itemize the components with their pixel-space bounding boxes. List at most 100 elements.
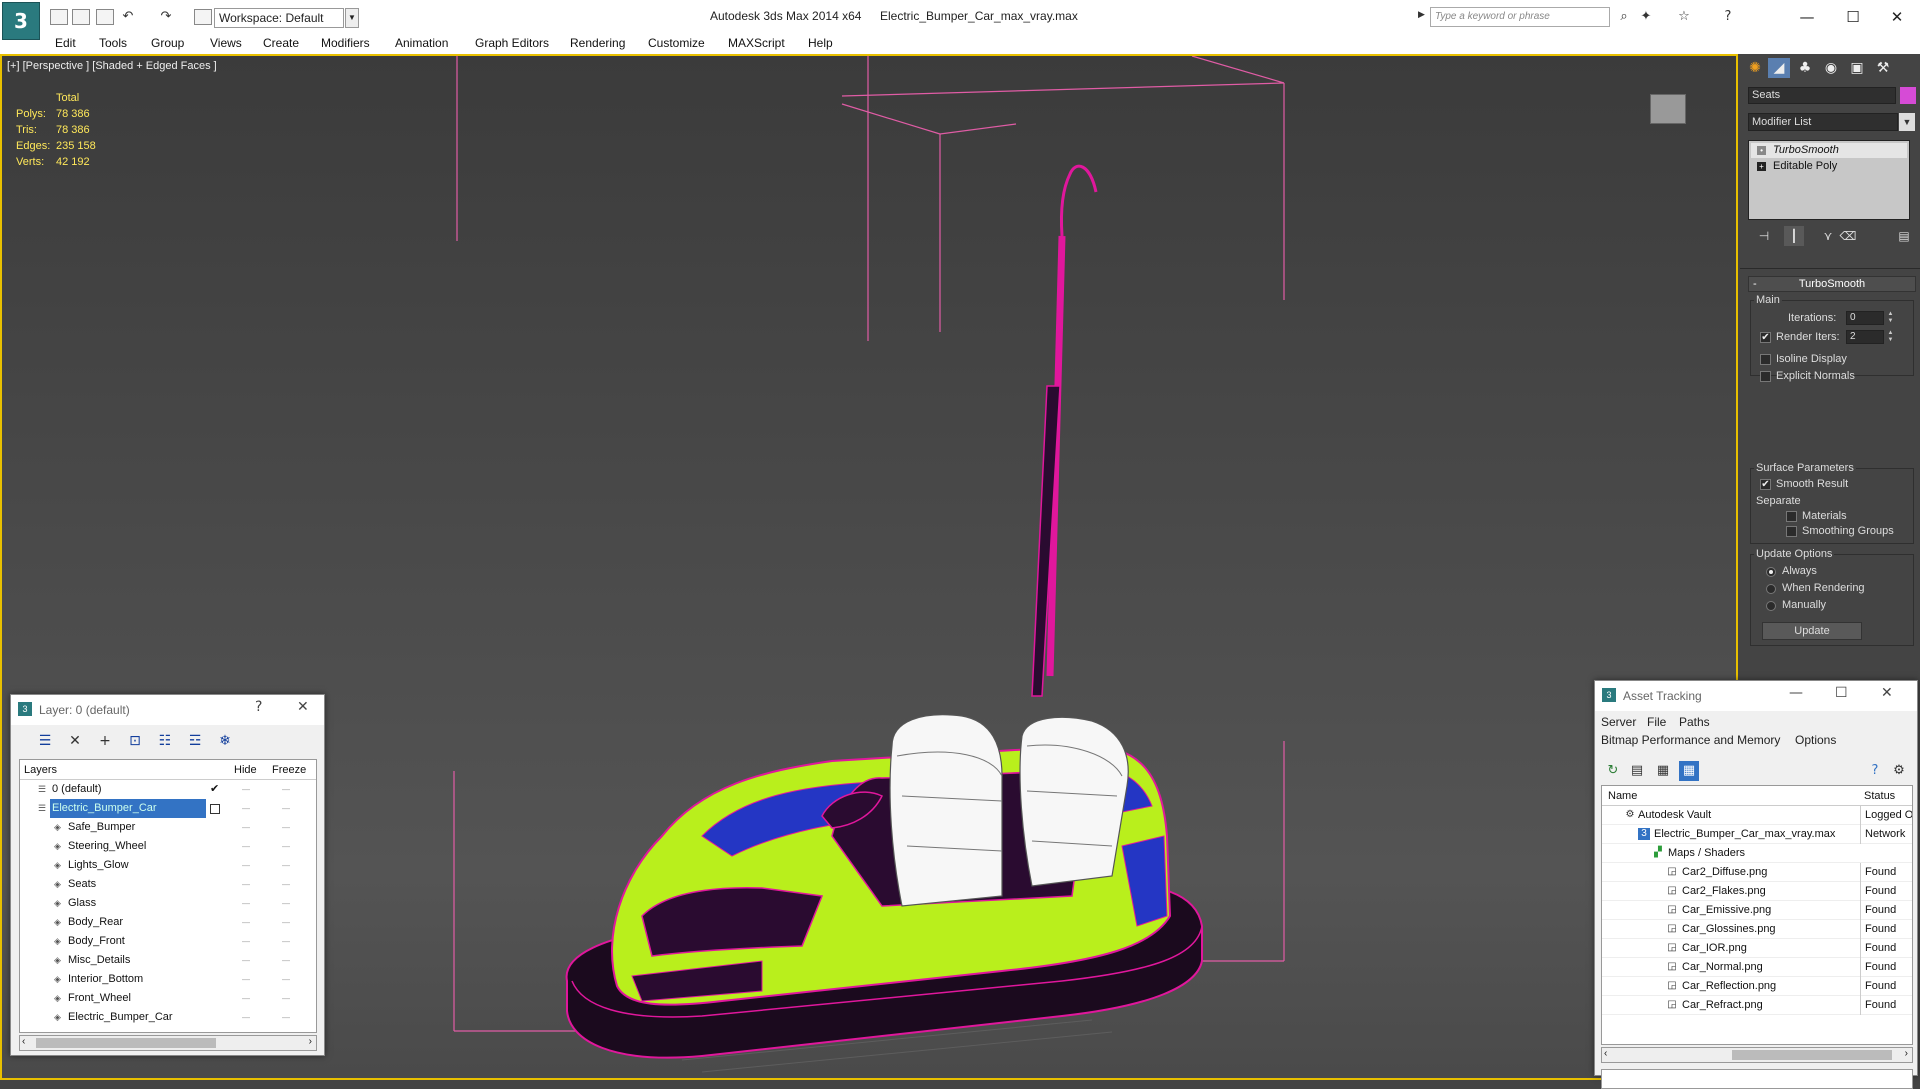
separate-materials-checkbox[interactable] [1786, 511, 1797, 522]
scroll-right-icon[interactable]: › [1905, 1048, 1908, 1059]
help-icon[interactable]: ? [1720, 9, 1736, 25]
asset-row[interactable]: ◲ Car_Refract.png Found [1602, 996, 1912, 1015]
column-header-layers[interactable]: Layers [24, 764, 57, 776]
menu-modifiers[interactable]: Modifiers [321, 36, 370, 50]
asset-horizontal-scrollbar[interactable]: ‹ › [1601, 1047, 1913, 1063]
freeze-toggle[interactable]: — [282, 970, 290, 989]
menu-tools[interactable]: Tools [99, 36, 127, 50]
layer-row[interactable]: ☰ Electric_Bumper_Car — — [20, 799, 316, 818]
close-icon[interactable]: ✕ [1881, 685, 1893, 701]
update-button[interactable]: Update [1762, 622, 1862, 640]
update-when-rendering-radio[interactable] [1766, 584, 1776, 594]
table-view-icon[interactable]: ▦ [1679, 761, 1699, 781]
freeze-toggle[interactable]: — [282, 1008, 290, 1027]
stack-item-editable-poly[interactable]: + Editable Poly [1751, 159, 1907, 174]
asset-row[interactable]: ◲ Car2_Flakes.png Found [1602, 882, 1912, 901]
make-unique-icon[interactable]: ⋎ [1818, 226, 1838, 246]
hide-all-layers-icon[interactable]: ☲ [185, 731, 205, 751]
render-iters-checkbox[interactable]: ✔ [1760, 332, 1771, 343]
close-icon[interactable]: ✕ [1874, 4, 1920, 30]
render-iters-spinner-input[interactable]: 2 [1846, 330, 1884, 344]
layer-row[interactable]: ◈ Body_Front — — [20, 932, 316, 951]
object-name-field[interactable]: Seats [1748, 87, 1896, 104]
layer-row[interactable]: ◈ Seats — — [20, 875, 316, 894]
menu-views[interactable]: Views [210, 36, 242, 50]
hide-toggle[interactable]: — [242, 989, 250, 1008]
asset-row[interactable]: ⚙Autodesk Vault Logged Out [1602, 806, 1912, 825]
layer-row[interactable]: ◈ Safe_Bumper — — [20, 818, 316, 837]
update-always-radio[interactable] [1766, 567, 1776, 577]
help-icon[interactable]: ? [1865, 761, 1885, 781]
maximize-icon[interactable]: ☐ [1835, 685, 1848, 701]
hide-toggle[interactable]: — [242, 818, 250, 837]
separate-smoothing-groups-checkbox[interactable] [1786, 526, 1797, 537]
scroll-left-icon[interactable]: ‹ [22, 1036, 25, 1047]
layer-horizontal-scrollbar[interactable]: ‹ › [19, 1035, 317, 1051]
close-icon[interactable]: ✕ [297, 699, 309, 715]
active-layer-check-icon[interactable]: ✔ [210, 780, 219, 799]
column-header-status[interactable]: Status [1864, 790, 1895, 802]
menu-customize[interactable]: Customize [648, 36, 705, 50]
motion-tab-icon[interactable]: ◉ [1820, 58, 1842, 78]
scroll-left-icon[interactable]: ‹ [1604, 1048, 1607, 1059]
select-objects-icon[interactable]: ⊡ [125, 731, 145, 751]
expand-plus-icon[interactable]: + [1757, 162, 1766, 171]
minimize-icon[interactable]: — [1784, 4, 1830, 30]
layer-window-titlebar[interactable]: 3 Layer: 0 (default) ? ✕ [11, 695, 324, 725]
hierarchy-tab-icon[interactable]: ♣ [1794, 58, 1816, 78]
asset-row[interactable]: ◲ Car_Emissive.png Found [1602, 901, 1912, 920]
layer-row[interactable]: ◈ Front_Wheel — — [20, 989, 316, 1008]
freeze-toggle[interactable]: — [282, 799, 290, 818]
freeze-toggle[interactable]: — [282, 932, 290, 951]
redo-icon[interactable]: ↷ [158, 9, 174, 25]
save-file-icon[interactable] [96, 9, 114, 25]
freeze-toggle[interactable]: — [282, 989, 290, 1008]
thumbnail-view-icon[interactable]: ▦ [1653, 761, 1673, 781]
update-manually-radio[interactable] [1766, 601, 1776, 611]
menu-options[interactable]: Options [1795, 733, 1836, 747]
menu-bitmap-performance[interactable]: Bitmap Performance and Memory [1601, 733, 1780, 747]
menu-animation[interactable]: Animation [395, 36, 448, 50]
hide-toggle[interactable]: — [242, 799, 250, 818]
refresh-icon[interactable]: ↻ [1603, 761, 1623, 781]
new-file-icon[interactable] [50, 9, 68, 25]
asset-row[interactable]: ◲ Car_Glossines.png Found [1602, 920, 1912, 939]
freeze-toggle[interactable]: — [282, 856, 290, 875]
menu-help[interactable]: Help [808, 36, 833, 50]
spinner-arrows-icon[interactable]: ▲ ▼ [1886, 330, 1895, 344]
scrollbar-thumb[interactable] [1732, 1050, 1892, 1060]
subscription-icon[interactable]: ✦ [1638, 9, 1654, 25]
app-logo-icon[interactable]: 3 [2, 2, 40, 40]
scroll-right-icon[interactable]: › [309, 1036, 312, 1047]
asset-path-field[interactable] [1601, 1069, 1913, 1089]
spinner-arrows-icon[interactable]: ▲ ▼ [1886, 311, 1895, 325]
set-current-layer-box[interactable] [210, 804, 220, 814]
smooth-result-checkbox[interactable]: ✔ [1760, 479, 1771, 490]
explicit-normals-checkbox[interactable] [1760, 371, 1771, 382]
search-expand-icon[interactable]: ▶ [1418, 9, 1425, 20]
freeze-toggle[interactable]: — [282, 875, 290, 894]
hide-toggle[interactable]: — [242, 856, 250, 875]
asset-row[interactable]: ◲ Car_IOR.png Found [1602, 939, 1912, 958]
hide-toggle[interactable]: — [242, 780, 250, 799]
menu-file[interactable]: File [1647, 715, 1666, 729]
bulb-icon[interactable]: • [1757, 146, 1766, 155]
undo-icon[interactable]: ↶ [120, 9, 136, 25]
delete-layer-icon[interactable]: ✕ [65, 731, 85, 751]
turbosmooth-rollout-header[interactable]: - TurboSmooth [1748, 276, 1916, 292]
column-header-freeze[interactable]: Freeze [272, 764, 306, 776]
layer-row[interactable]: ◈ Body_Rear — — [20, 913, 316, 932]
minimize-icon[interactable]: — [1789, 685, 1803, 701]
scrollbar-thumb[interactable] [36, 1038, 216, 1048]
asset-row[interactable]: ◲ Car_Reflection.png Found [1602, 977, 1912, 996]
modify-tab-icon[interactable]: ◢ [1768, 58, 1790, 78]
hide-toggle[interactable]: — [242, 932, 250, 951]
star-icon[interactable]: ☆ [1676, 9, 1692, 25]
object-color-swatch[interactable] [1900, 87, 1916, 104]
asset-window-titlebar[interactable]: 3 Asset Tracking — ☐ ✕ [1595, 681, 1917, 711]
asset-row[interactable]: ▞ Maps / Shaders [1602, 844, 1912, 863]
iterations-spinner-input[interactable]: 0 [1846, 311, 1884, 325]
layer-row[interactable]: ◈ Interior_Bottom — — [20, 970, 316, 989]
menu-group[interactable]: Group [151, 36, 184, 50]
stack-item-turbosmooth[interactable]: • TurboSmooth [1751, 143, 1907, 158]
